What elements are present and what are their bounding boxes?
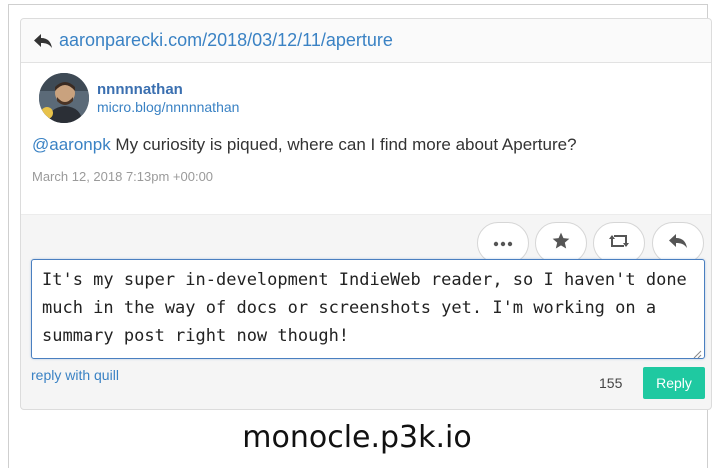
char-count: 155	[599, 375, 623, 391]
published-date[interactable]: March 12, 2018 7:13pm +00:00	[21, 155, 711, 184]
mention-link[interactable]: @aaronpk	[32, 135, 111, 154]
in-reply-to-link[interactable]: aaronparecki.com/2018/03/12/11/aperture	[59, 30, 393, 51]
avatar[interactable]	[39, 73, 89, 123]
entry-text: My curiosity is piqued, where can I find…	[110, 135, 577, 154]
reply-action-button[interactable]	[652, 222, 704, 264]
reply-with-quill-link[interactable]: reply with quill	[31, 367, 119, 383]
post-card: aaronparecki.com/2018/03/12/11/aperture …	[20, 18, 712, 410]
resize-grip-icon[interactable]	[692, 346, 702, 359]
entry-content: @aaronpk My curiosity is piqued, where c…	[21, 123, 711, 155]
author-url[interactable]: micro.blog/nnnnnathan	[97, 99, 239, 115]
like-button[interactable]	[535, 222, 587, 264]
author-name[interactable]: nnnnnathan	[97, 81, 239, 98]
reply-arrow-icon	[33, 31, 55, 51]
reply-context: aaronparecki.com/2018/03/12/11/aperture	[21, 19, 711, 63]
author-info: nnnnnathan micro.blog/nnnnnathan	[97, 81, 239, 115]
entry: nnnnnathan micro.blog/nnnnnathan @aaronp…	[21, 63, 711, 215]
reply-icon	[668, 233, 688, 254]
reply-textarea[interactable]: It's my super in-development IndieWeb re…	[31, 259, 705, 359]
ellipsis-icon	[493, 234, 513, 252]
reply-form: It's my super in-development IndieWeb re…	[31, 259, 705, 359]
author: nnnnnathan micro.blog/nnnnnathan	[21, 73, 711, 123]
reply-footer: reply with quill 155 Reply	[31, 367, 705, 399]
star-icon	[551, 231, 571, 256]
repost-icon	[608, 232, 630, 255]
more-button[interactable]	[477, 222, 529, 264]
reply-submit-button[interactable]: Reply	[643, 367, 705, 399]
caption: monocle.p3k.io	[242, 420, 472, 455]
repost-button[interactable]	[593, 222, 645, 264]
